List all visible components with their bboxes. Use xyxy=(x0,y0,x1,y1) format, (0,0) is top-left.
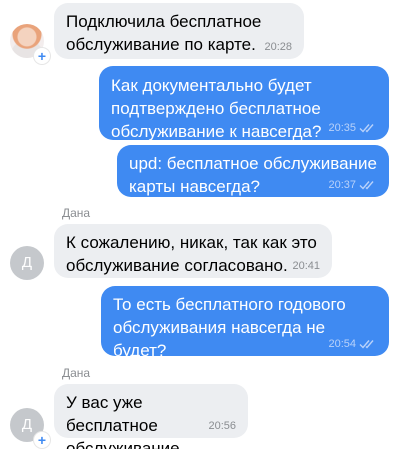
sender-name: Дана xyxy=(62,206,91,220)
message-line: обслуживание по карте. xyxy=(66,35,256,54)
message-line: обслуживание. xyxy=(66,439,185,449)
message-text: upd: бесплатное обслуживание карты навсе… xyxy=(129,152,377,198)
message-line: То есть бесплатного годового xyxy=(113,295,346,314)
message-time: 20:28 xyxy=(264,41,292,53)
message-line: Подключила бесплатное xyxy=(66,12,262,31)
message-meta: 20:35 xyxy=(328,122,377,134)
message-time: 20:54 xyxy=(328,338,356,350)
message-meta: 20:56 xyxy=(208,420,236,432)
message-time: 20:56 xyxy=(208,420,236,432)
message-text: То есть бесплатного годового обслуживани… xyxy=(113,293,377,362)
message-text: Подключила бесплатное обслуживание по ка… xyxy=(66,10,292,56)
chat-history: + Подключила бесплатное обслуживание по … xyxy=(0,0,400,449)
message-time: 20:37 xyxy=(328,179,356,191)
message-line: upd: бесплатное обслуживание xyxy=(129,154,377,173)
read-double-check-icon xyxy=(359,123,377,133)
message-time: 20:41 xyxy=(292,260,320,272)
message-line: обслуживание согласовано. xyxy=(66,256,288,275)
message-line: К сожалению, никак, так как это xyxy=(66,233,317,252)
message-time: 20:35 xyxy=(328,122,356,134)
message-line: Как документально будет xyxy=(111,76,312,95)
message-line: подтверждено бесплатное xyxy=(111,99,321,118)
plus-badge-icon[interactable]: + xyxy=(34,48,50,64)
avatar[interactable]: + xyxy=(10,24,50,64)
message-text: К сожалению, никак, так как это обслужив… xyxy=(66,231,320,277)
message-bubble-incoming[interactable]: Подключила бесплатное обслуживание по ка… xyxy=(54,3,304,59)
read-double-check-icon xyxy=(359,339,377,349)
avatar[interactable]: Д xyxy=(10,246,44,280)
message-bubble-incoming[interactable]: У вас уже бесплатное обслуживание. 20:56 xyxy=(54,384,248,449)
message-bubble-outgoing[interactable]: upd: бесплатное обслуживание карты навсе… xyxy=(117,145,389,197)
message-meta: 20:37 xyxy=(328,179,377,191)
message-bubble-outgoing[interactable]: То есть бесплатного годового обслуживани… xyxy=(101,286,389,360)
message-meta: 20:28 xyxy=(264,41,292,53)
read-double-check-icon xyxy=(359,180,377,190)
message-bubble-outgoing[interactable]: Как документально будет подтверждено бес… xyxy=(99,66,389,141)
plus-badge-icon[interactable]: + xyxy=(34,432,50,448)
message-bubble-incoming[interactable]: К сожалению, никак, так как это обслужив… xyxy=(54,224,332,278)
message-meta: 20:41 xyxy=(292,260,320,272)
avatar[interactable]: Д + xyxy=(10,408,50,448)
sender-name: Дана xyxy=(62,366,91,380)
message-meta: 20:54 xyxy=(328,338,377,350)
avatar-letter: Д xyxy=(10,246,44,280)
